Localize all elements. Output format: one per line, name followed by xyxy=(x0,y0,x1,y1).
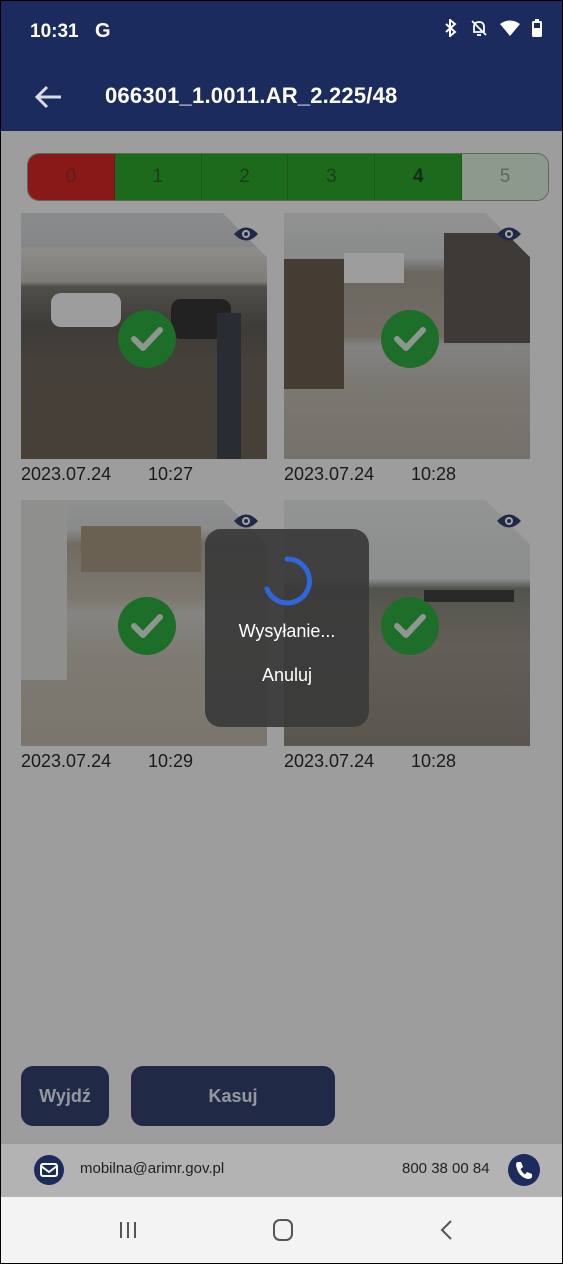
contact-phone[interactable]: 800 38 00 84 xyxy=(402,1160,490,1177)
recent-apps-icon[interactable] xyxy=(108,1213,148,1247)
bluetooth-icon xyxy=(445,19,457,37)
app-bar: 066301_1.0011.AR_2.225/48 xyxy=(1,63,562,131)
phone-icon[interactable] xyxy=(508,1154,540,1186)
back-nav-icon[interactable] xyxy=(427,1213,467,1247)
cancel-upload-button[interactable]: Anuluj xyxy=(205,665,369,686)
phone-screen: 10:31 G 066301_1.0011.AR_2.225/48 0 1 2 … xyxy=(0,0,563,1264)
back-arrow-icon[interactable] xyxy=(29,77,69,117)
loading-spinner-icon xyxy=(264,556,312,606)
contact-footer: mobilna@arimr.gov.pl 800 38 00 84 xyxy=(1,1143,562,1197)
mail-icon[interactable] xyxy=(34,1155,64,1185)
status-bar: 10:31 G xyxy=(1,1,562,63)
system-nav-bar xyxy=(1,1197,562,1263)
contact-email[interactable]: mobilna@arimr.gov.pl xyxy=(80,1160,224,1177)
google-icon: G xyxy=(95,20,111,42)
dialog-message: Wysyłanie... xyxy=(238,621,336,641)
status-icons xyxy=(444,19,542,37)
wifi-icon xyxy=(500,20,520,36)
mute-icon xyxy=(471,20,487,36)
page-title: 066301_1.0011.AR_2.225/48 xyxy=(105,83,398,108)
status-time: 10:31 xyxy=(30,21,79,42)
home-icon[interactable] xyxy=(263,1213,303,1247)
battery-icon xyxy=(532,19,542,37)
upload-dialog: Wysyłanie... Anuluj xyxy=(205,529,369,727)
